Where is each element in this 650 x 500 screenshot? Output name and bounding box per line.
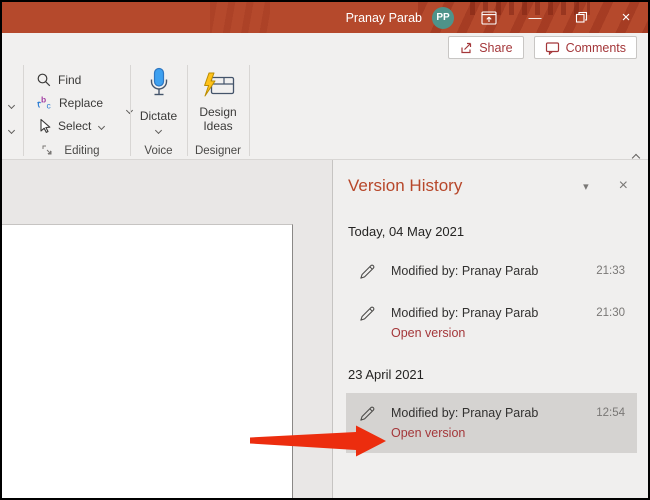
search-icon: [36, 72, 52, 88]
modified-by-text: Modified by: Pranay Parab: [391, 264, 538, 278]
panel-options-dropdown-icon[interactable]: ▾: [583, 180, 589, 193]
avatar[interactable]: PP: [432, 7, 454, 29]
editing-group-label: Editing: [52, 145, 112, 157]
find-button[interactable]: Find: [36, 70, 81, 90]
titlebar-texture: [210, 2, 270, 33]
share-label: Share: [479, 41, 512, 55]
version-time: 21:33: [596, 261, 625, 281]
comment-icon: [545, 41, 560, 55]
design-ideas-button[interactable]: Design Ideas: [187, 64, 249, 157]
restore-icon: [575, 11, 588, 24]
group-separator: [249, 65, 250, 156]
designer-group-label: Designer: [187, 145, 249, 157]
group-separator: [23, 65, 24, 156]
svg-text:b: b: [41, 95, 46, 105]
design-ideas-icon: [200, 72, 236, 102]
ribbon-display-options-button[interactable]: [466, 2, 512, 33]
pencil-icon: [358, 304, 378, 323]
pencil-icon: [358, 404, 378, 423]
chevron-down-icon[interactable]: [9, 95, 14, 113]
replace-label: Replace: [59, 96, 103, 110]
dictate-dropdown-icon: [155, 127, 162, 134]
version-entry[interactable]: Modified by: Pranay Parab Open version 2…: [346, 295, 637, 351]
powerpoint-window: Pranay Parab PP — ×: [0, 0, 650, 500]
version-time: 21:30: [596, 303, 625, 323]
version-time: 12:54: [596, 403, 625, 423]
close-button[interactable]: ×: [604, 2, 648, 33]
quick-actions-row: Share Comments: [2, 33, 648, 62]
version-date-heading: 23 April 2021: [348, 367, 628, 382]
modified-by-text: Modified by: Pranay Parab: [391, 306, 538, 320]
voice-group-label: Voice: [130, 145, 187, 157]
ribbon-display-options-icon: [481, 11, 497, 25]
minimize-button[interactable]: —: [512, 2, 558, 33]
share-icon: [459, 41, 473, 55]
replace-icon: b c: [36, 95, 53, 111]
close-icon: ×: [622, 10, 631, 25]
share-button[interactable]: Share: [448, 36, 523, 59]
pencil-icon: [358, 262, 378, 281]
panel-header: Version History ▾ ×: [333, 160, 648, 196]
cursor-icon: [36, 118, 52, 134]
chevron-down-icon[interactable]: [9, 120, 14, 138]
modified-by-text: Modified by: Pranay Parab: [391, 406, 538, 420]
design-ideas-label-1: Design: [199, 105, 236, 119]
title-bar: Pranay Parab PP — ×: [2, 2, 648, 33]
version-history-panel: Version History ▾ × Today, 04 May 2021 M…: [332, 160, 648, 498]
select-button[interactable]: Select: [36, 116, 104, 136]
comments-label: Comments: [566, 41, 626, 55]
version-date-heading: Today, 04 May 2021: [348, 224, 628, 239]
signed-in-user: Pranay Parab: [346, 11, 422, 25]
open-version-link[interactable]: Open version: [391, 326, 465, 340]
find-label: Find: [58, 73, 81, 87]
minimize-icon: —: [529, 11, 542, 24]
microphone-icon: [147, 67, 171, 107]
dictate-label: Dictate: [140, 109, 177, 123]
version-entry[interactable]: Modified by: Pranay Parab 21:33: [346, 253, 637, 289]
select-label: Select: [58, 119, 91, 133]
svg-text:c: c: [47, 101, 52, 111]
panel-title: Version History: [348, 176, 583, 196]
comments-button[interactable]: Comments: [534, 36, 637, 59]
version-entry-highlighted[interactable]: Modified by: Pranay Parab Open version 1…: [346, 393, 637, 453]
replace-button[interactable]: b c Replace: [36, 93, 103, 113]
design-ideas-label-2: Ideas: [203, 119, 232, 133]
ribbon: Find b c Replace Select Editing: [2, 62, 648, 160]
select-dropdown-icon: [98, 122, 105, 129]
panel-close-icon[interactable]: ×: [619, 178, 628, 194]
slide-canvas[interactable]: [2, 224, 293, 498]
restore-button[interactable]: [558, 2, 604, 33]
workspace: Version History ▾ × Today, 04 May 2021 M…: [2, 160, 648, 498]
dictate-button[interactable]: Dictate: [130, 64, 187, 157]
open-version-link[interactable]: Open version: [391, 426, 465, 440]
